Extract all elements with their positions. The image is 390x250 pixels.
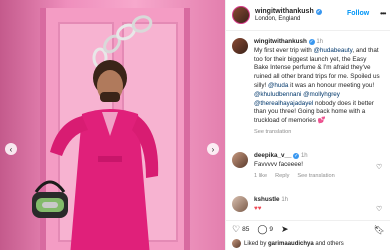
- more-options-icon[interactable]: •••: [380, 9, 386, 18]
- caption-body: wingitwithankush ✓ 1h My first ever trip…: [254, 38, 382, 126]
- comment-time: 1h: [300, 153, 308, 159]
- comment-like-count[interactable]: 1 like: [254, 173, 267, 179]
- mention-link[interactable]: @therealhayajadayel: [254, 100, 313, 107]
- post-header: wingitwithankush ✓ London, England Follo…: [226, 0, 390, 31]
- handbag: [32, 180, 68, 218]
- like-count: 85: [242, 226, 250, 233]
- comment-item: kshustle 1h ♥♥: [232, 196, 382, 214]
- mention-link[interactable]: @khuludbennani: [254, 91, 301, 98]
- see-translation-link[interactable]: See translation: [297, 173, 334, 179]
- comment-like-heart-icon[interactable]: ♡: [376, 205, 382, 213]
- mention-link[interactable]: @mollyhgrey: [303, 91, 340, 98]
- caption-avatar[interactable]: [232, 38, 248, 54]
- caption-meta: See translation: [254, 129, 382, 135]
- comment-time: 1h: [281, 197, 288, 203]
- author-username-row[interactable]: wingitwithankush ✓: [255, 8, 322, 16]
- comment-icon[interactable]: ◯: [257, 225, 267, 234]
- liked-by-prefix: Liked by: [244, 240, 269, 247]
- author-info: wingitwithankush ✓ London, England: [255, 8, 322, 22]
- caption-username[interactable]: wingitwithankush: [254, 38, 307, 45]
- author-avatar[interactable]: [232, 6, 250, 24]
- like-action[interactable]: ♡ 85: [232, 225, 249, 234]
- author-username[interactable]: wingitwithankush: [255, 8, 314, 16]
- comment-like-heart-icon[interactable]: ♡: [376, 163, 382, 171]
- verified-badge-icon: ✓: [315, 8, 322, 15]
- post-media[interactable]: ‹ ›: [0, 0, 225, 250]
- share-action[interactable]: ➤: [281, 225, 289, 234]
- commenter-avatar[interactable]: [232, 152, 248, 168]
- mention-link[interactable]: @huda: [268, 82, 288, 89]
- commenter-username[interactable]: deepika_v__: [254, 152, 291, 159]
- post-caption: wingitwithankush ✓ 1h My first ever trip…: [232, 38, 382, 135]
- comment-item: deepika_v__ ✓ 1h Favvvvv faceeee! 1 like…: [232, 152, 382, 179]
- comment-text: Favvvvv faceeee!: [254, 160, 303, 168]
- commenter-avatar[interactable]: [232, 196, 248, 212]
- verified-badge-icon: ✓: [293, 153, 300, 159]
- previous-image-button[interactable]: ‹: [5, 143, 17, 155]
- caption-text: it was an honour meeting you!: [288, 81, 375, 89]
- next-image-button[interactable]: ›: [207, 143, 219, 155]
- caption-time: 1h: [316, 39, 324, 45]
- heart-icon[interactable]: ♡: [232, 225, 240, 234]
- see-translation-link[interactable]: See translation: [254, 129, 291, 135]
- liked-by-user[interactable]: garimaaudichya: [268, 241, 314, 247]
- save-bookmark-icon[interactable]: 🔖︎: [374, 225, 385, 236]
- comment-meta: 1 like Reply See translation: [254, 173, 382, 179]
- comment-body: deepika_v__ ✓ 1h Favvvvv faceeee!: [254, 152, 382, 170]
- comment-text: ♥♥: [254, 204, 262, 212]
- reply-button[interactable]: Reply: [275, 173, 289, 179]
- follow-button[interactable]: Follow: [347, 10, 369, 17]
- share-icon[interactable]: ➤: [281, 225, 289, 234]
- comment-body: kshustle 1h ♥♥: [254, 196, 382, 214]
- caption-text: My first ever trip with: [254, 46, 314, 54]
- verified-badge-icon: ✓: [308, 39, 315, 45]
- comment-action[interactable]: ◯ 9: [257, 225, 273, 234]
- mention-link[interactable]: @hudabeauty: [313, 47, 352, 54]
- post-location[interactable]: London, England: [255, 16, 322, 23]
- post-sidebar: wingitwithankush ✓ London, England Follo…: [225, 0, 390, 250]
- comment-count: 9: [269, 226, 274, 233]
- liked-by-suffix[interactable]: and others: [314, 241, 343, 247]
- liker-avatar[interactable]: [232, 239, 241, 248]
- chevron-left-icon: ‹: [9, 144, 13, 154]
- chevron-right-icon: ›: [211, 144, 215, 154]
- commenter-username[interactable]: kshustle: [254, 196, 280, 203]
- post-actions-bar: ♡ 85 ◯ 9 ➤ 🔖︎: [226, 220, 390, 238]
- liked-by-row: Liked by garimaaudichya and others: [232, 239, 344, 248]
